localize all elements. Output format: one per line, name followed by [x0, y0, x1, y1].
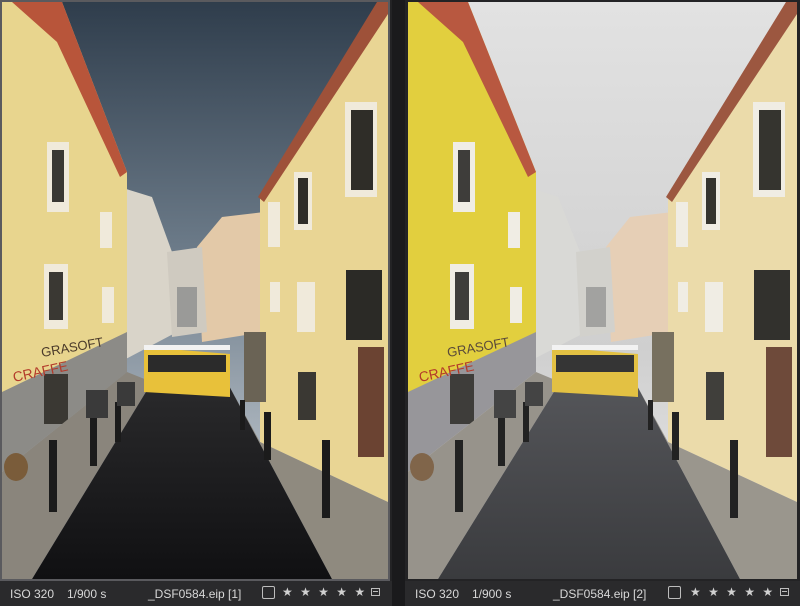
viewer-divider — [392, 0, 405, 606]
filename-label: _DSF0584.eip [1] — [148, 587, 242, 601]
star-rating[interactable]: ★ ★ ★ ★ ★ — [690, 585, 775, 599]
star-rating[interactable]: ★ ★ ★ ★ ★ — [282, 585, 367, 599]
iso-value: ISO 320 — [10, 587, 55, 601]
select-checkbox[interactable] — [262, 586, 275, 599]
info-bar: ISO 320 1/900 s _DSF0584.eip [2] ★ ★ ★ ★… — [405, 581, 800, 606]
shutter-speed-value: 1/900 s — [472, 587, 512, 601]
filename-label: _DSF0584.eip [2] — [553, 587, 647, 601]
photo-street-scene[interactable]: CRAFFE GRASOFT — [408, 2, 797, 579]
filmstrip-icon[interactable] — [780, 588, 789, 596]
select-checkbox[interactable] — [668, 586, 681, 599]
filmstrip-icon[interactable] — [371, 588, 380, 596]
viewer-right[interactable]: CRAFFE GRASOFT ISO 320 1/900 s _DSF0584.… — [405, 0, 800, 606]
iso-value: ISO 320 — [415, 587, 460, 601]
info-bar: ISO 320 1/900 s _DSF0584.eip [1] ★ ★ ★ ★… — [0, 581, 392, 606]
viewer-left[interactable]: CRAFFE GRASOFT ISO 320 1/900 s _DSF0584.… — [0, 0, 392, 606]
shutter-speed-value: 1/900 s — [67, 587, 107, 601]
photo-street-scene[interactable]: CRAFFE GRASOFT — [0, 0, 390, 581]
